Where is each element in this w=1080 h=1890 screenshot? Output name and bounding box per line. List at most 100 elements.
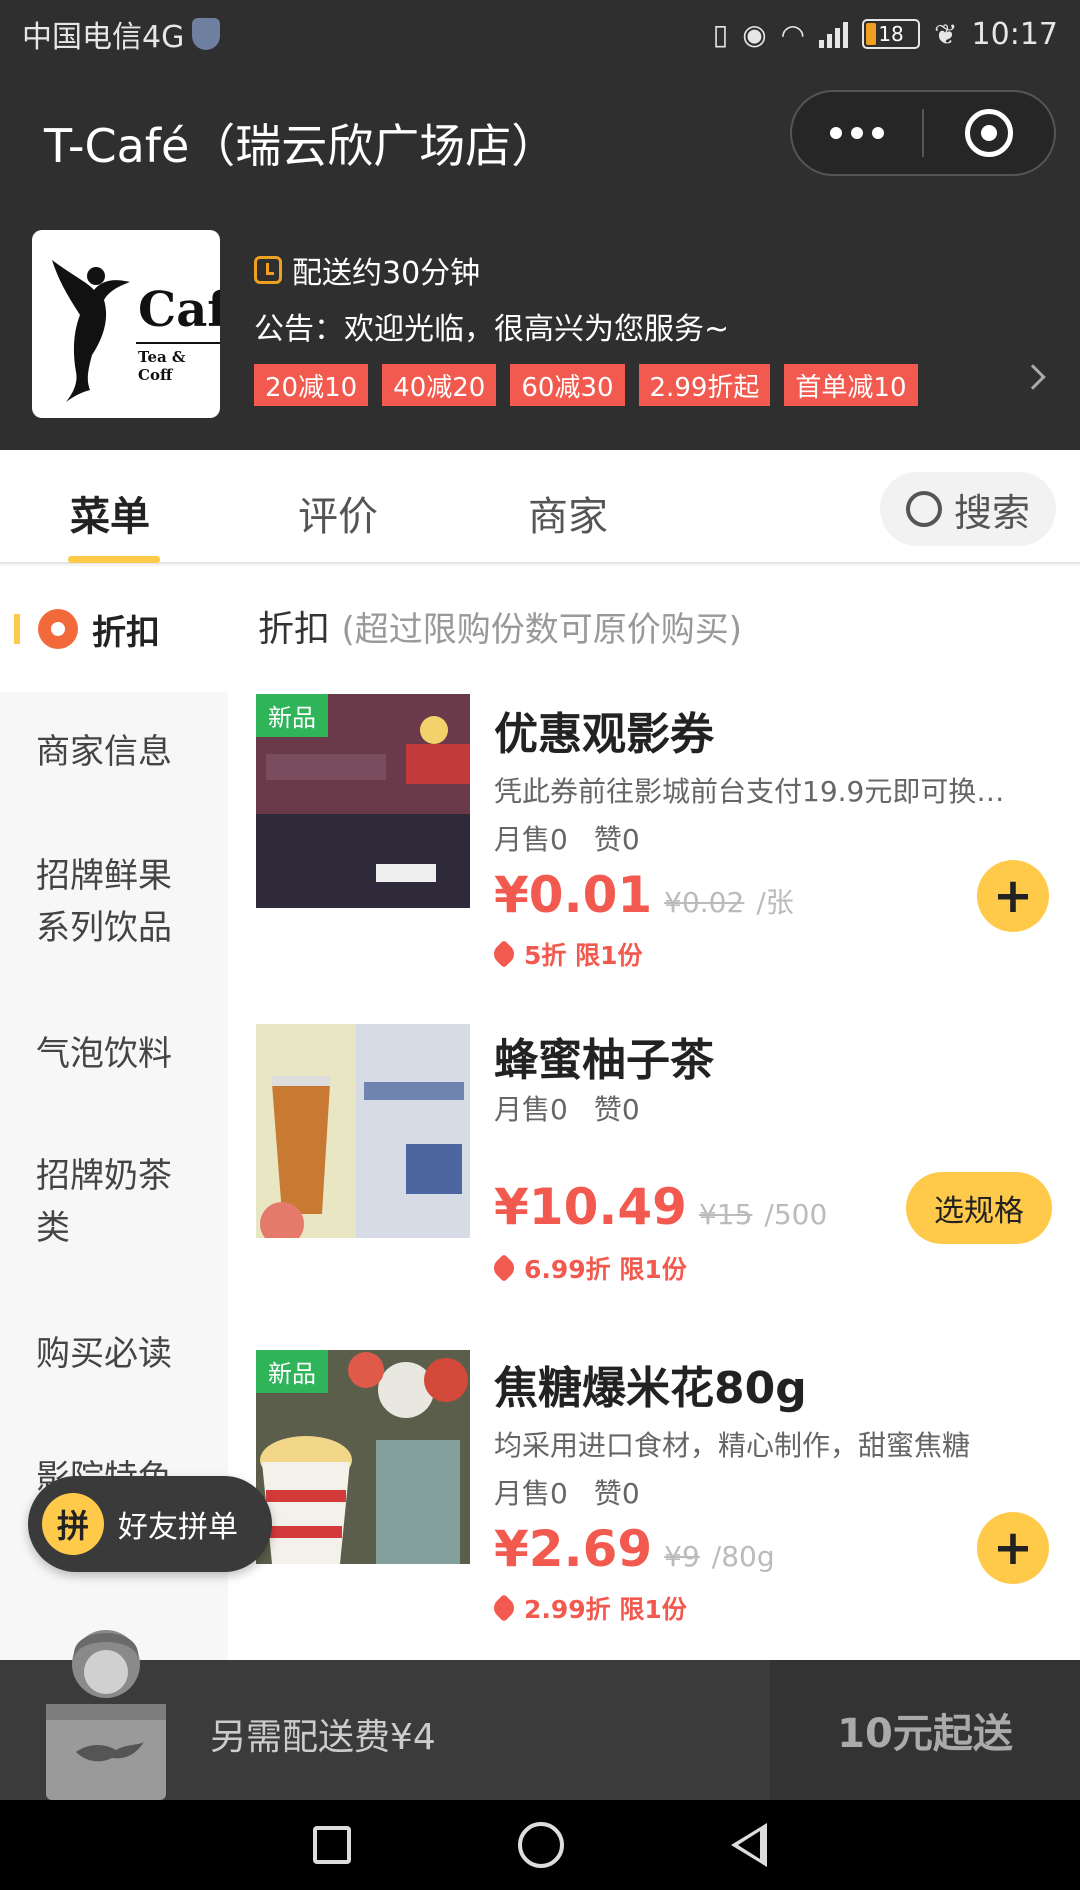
product-stats: 月售0 赞0: [494, 1088, 640, 1128]
product-stats: 月售0 赞0: [494, 818, 640, 858]
logo-text-sub: Tea & Coff: [138, 348, 186, 384]
product-name[interactable]: 蜂蜜柚子茶: [494, 1024, 714, 1088]
product-likes: 赞0: [593, 823, 640, 856]
wifi-icon: ◠: [780, 17, 806, 51]
delivery-info: 配送约30分钟: [254, 248, 480, 292]
status-left: 中国电信4G: [22, 12, 221, 56]
close-target-icon: [965, 109, 1013, 157]
section-subtitle: (超过限购份数可原价购买): [341, 610, 742, 650]
price-unit: /500: [764, 1198, 828, 1231]
tag-icon: [489, 939, 519, 969]
discount-badge-icon: [38, 609, 78, 649]
mini-program-capsule: [790, 90, 1056, 176]
product-list: 折扣 (超过限购份数可原价购买) 新品 优惠观影券 凭此券前往影城前台支付19.…: [228, 566, 1080, 1660]
product-sales: 月售0: [494, 1477, 568, 1510]
shop-title: T-Café（瑞云欣广场店）: [44, 119, 558, 173]
product-sales: 月售0: [494, 823, 568, 856]
group-order-label: 好友拼单: [118, 1510, 238, 1545]
sidebar-item-fruit-drinks[interactable]: 招牌鲜果系列饮品: [36, 850, 196, 954]
product-image[interactable]: [256, 1024, 470, 1238]
tab-reviews[interactable]: 评价: [298, 484, 378, 542]
status-right: ▯ ◉ ◠ 18 ❦ 10:17: [713, 17, 1058, 52]
home-square-icon[interactable]: [313, 1826, 352, 1864]
product-likes: 赞0: [593, 1093, 640, 1126]
product-price: ¥10.49: [494, 1178, 687, 1236]
min-order-button[interactable]: 10元起送: [770, 1660, 1080, 1800]
search-label: 搜索: [953, 490, 1030, 535]
group-order-icon: 拼: [42, 1493, 104, 1555]
original-price: ¥9: [664, 1540, 700, 1573]
eye-icon: ◉: [742, 17, 767, 51]
product-name[interactable]: 焦糖爆米花80g: [494, 1352, 807, 1416]
sidebar-item-label: 折扣: [92, 612, 160, 653]
back-triangle-icon[interactable]: [730, 1823, 767, 1867]
product-desc: 均采用进口食材，精心制作，甜蜜焦糖: [494, 1429, 971, 1462]
logo-text-main: Caf: [138, 282, 220, 338]
system-nav-bar: [0, 1800, 1080, 1890]
tag-icon: [489, 1593, 519, 1623]
cart-bar: 另需配送费¥4 10元起送: [0, 1630, 1080, 1800]
shop-header: T-Café（瑞云欣广场店） Caf Tea & Coff 配送约30分钟 公告…: [0, 68, 1080, 450]
discount-info: 2.99折 限1份: [489, 1590, 687, 1626]
new-tag: 新品: [256, 1350, 328, 1393]
product-sales: 月售0: [494, 1093, 568, 1126]
price-unit: /张: [756, 886, 794, 919]
add-to-cart-button[interactable]: +: [977, 1512, 1049, 1584]
signal-icon: [819, 20, 849, 48]
discount-label: 6.99折 限1份: [524, 1255, 687, 1284]
add-to-cart-button[interactable]: +: [977, 860, 1049, 932]
product-price: ¥2.69: [494, 1520, 653, 1578]
product-image[interactable]: 新品: [256, 1350, 470, 1564]
delivery-time: 配送约30分钟: [292, 256, 481, 291]
new-tag: 新品: [256, 694, 328, 737]
sidebar-item-discount[interactable]: 折扣: [0, 566, 228, 692]
group-order-button[interactable]: 拼 好友拼单: [28, 1476, 272, 1572]
promo-badge: 2.99折起: [638, 364, 771, 406]
original-price: ¥15: [698, 1198, 753, 1231]
discount-info: 5折 限1份: [489, 936, 643, 972]
product-stats: 月售0 赞0: [494, 1472, 640, 1512]
tab-merchant[interactable]: 商家: [528, 484, 608, 542]
select-spec-button[interactable]: 选规格: [906, 1172, 1052, 1244]
close-button[interactable]: [924, 92, 1054, 174]
battery-icon: 18: [862, 19, 921, 49]
sidebar-item-sparkling[interactable]: 气泡饮料: [36, 1028, 196, 1080]
battery-fill: [866, 23, 876, 45]
status-bar: 中国电信4G ▯ ◉ ◠ 18 ❦ 10:17: [0, 0, 1080, 68]
sidebar-item-must-read[interactable]: 购买必读: [36, 1328, 196, 1380]
discount-label: 5折 限1份: [524, 941, 643, 970]
shield-icon: [192, 18, 221, 50]
logo-divider: [136, 342, 220, 344]
more-dots-icon: [830, 127, 884, 139]
tag-icon: [489, 1253, 519, 1283]
tab-bar: 菜单 评价 商家 搜索: [0, 450, 1080, 564]
discount-info: 6.99折 限1份: [489, 1250, 687, 1286]
chevron-right-icon[interactable]: [1020, 364, 1046, 390]
delivery-fee: 另需配送费¥4: [210, 1717, 436, 1758]
promo-list[interactable]: 20减10 40减20 60减30 2.99折起 首单减10: [254, 364, 918, 406]
shop-logo: Caf Tea & Coff: [32, 230, 220, 418]
original-price: ¥0.02: [664, 886, 745, 919]
product-image[interactable]: 新品: [256, 694, 470, 908]
active-marker: [14, 614, 20, 644]
product-name[interactable]: 优惠观影券: [494, 698, 714, 762]
product-price: ¥0.01: [494, 866, 653, 924]
home-circle-icon[interactable]: [517, 1822, 564, 1868]
sidebar-item-merchant-info[interactable]: 商家信息: [36, 726, 196, 778]
section-title: 折扣: [258, 609, 331, 650]
search-button[interactable]: 搜索: [880, 472, 1056, 546]
vibrate-icon: ▯: [712, 17, 729, 51]
tab-active-indicator: [68, 556, 160, 563]
clock-time: 10:17: [971, 16, 1058, 52]
more-button[interactable]: [792, 92, 922, 174]
price-row: ¥0.01 ¥0.02 /张: [494, 866, 794, 924]
price-unit: /80g: [711, 1540, 775, 1573]
carrier-label: 中国电信4G: [22, 20, 185, 55]
sidebar-item-milk-tea[interactable]: 招牌奶茶类: [36, 1150, 196, 1254]
tab-menu[interactable]: 菜单: [70, 484, 150, 542]
product-likes: 赞0: [593, 1477, 640, 1510]
discount-label: 2.99折 限1份: [524, 1595, 687, 1624]
search-icon: [905, 491, 942, 527]
rider-cart-icon[interactable]: [40, 1624, 172, 1800]
battery-level: 18: [878, 22, 904, 46]
